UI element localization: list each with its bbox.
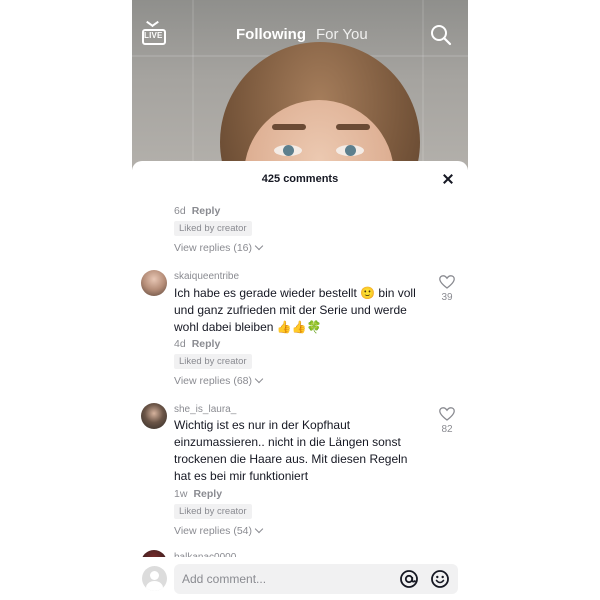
comment-text: Wichtig ist es nur in der Kopfhaut einzu… bbox=[174, 418, 408, 483]
comment-input-bar: Add comment... bbox=[132, 557, 468, 600]
chevron-down-icon bbox=[254, 524, 264, 534]
chevron-down-icon bbox=[254, 374, 264, 384]
comment-meta: 4d Reply bbox=[174, 338, 220, 350]
liked-by-creator-badge: Liked by creator bbox=[174, 221, 252, 236]
view-replies-button[interactable]: View replies (54) bbox=[174, 524, 264, 537]
video-eye-left bbox=[274, 145, 302, 156]
comment-input-placeholder: Add comment... bbox=[182, 572, 267, 586]
view-replies-label: View replies (68) bbox=[174, 375, 253, 387]
view-replies-button[interactable]: View replies (16) bbox=[174, 241, 264, 254]
user-avatar bbox=[142, 566, 167, 591]
live-label: LIVE bbox=[144, 31, 163, 40]
reply-button[interactable]: Reply bbox=[193, 488, 222, 500]
comment-username[interactable]: she_is_laura_ bbox=[174, 404, 236, 415]
comment-time: 6d bbox=[174, 205, 186, 217]
top-bar: LIVE Following For You bbox=[132, 0, 468, 70]
chevron-down-icon bbox=[254, 241, 264, 251]
reply-button[interactable]: Reply bbox=[192, 338, 221, 350]
comment-time: 1w bbox=[174, 488, 188, 500]
comment-meta: 6d Reply bbox=[174, 205, 220, 217]
liked-by-creator-badge: Liked by creator bbox=[174, 504, 252, 519]
comment-username[interactable]: skaiqueentribe bbox=[174, 271, 239, 282]
like-count: 39 bbox=[441, 292, 453, 303]
live-icon[interactable]: LIVE bbox=[142, 20, 166, 45]
tab-for-you[interactable]: For You bbox=[316, 26, 368, 43]
comment-time: 4d bbox=[174, 338, 186, 350]
comment-text: Ich habe es gerade wieder bestellt 🙂 bin… bbox=[174, 286, 416, 334]
avatar[interactable] bbox=[141, 270, 167, 296]
comments-count-title: 425 comments bbox=[261, 173, 339, 185]
heart-icon[interactable] bbox=[439, 275, 455, 289]
tab-following[interactable]: Following bbox=[236, 26, 306, 43]
avatar[interactable] bbox=[141, 403, 167, 429]
phone-screen: LIVE Following For You 425 comments 6d Re… bbox=[132, 0, 468, 600]
like-count: 82 bbox=[441, 424, 453, 435]
liked-by-creator-badge: Liked by creator bbox=[174, 354, 252, 369]
emoji-icon[interactable] bbox=[430, 569, 450, 589]
heart-icon[interactable] bbox=[439, 407, 455, 421]
close-icon[interactable] bbox=[440, 171, 456, 187]
video-eye-right bbox=[336, 145, 364, 156]
comment-input[interactable]: Add comment... bbox=[174, 564, 458, 594]
view-replies-button[interactable]: View replies (68) bbox=[174, 374, 264, 387]
comments-sheet: 425 comments 6d Reply Liked by creator Vi… bbox=[132, 161, 468, 600]
reply-button[interactable]: Reply bbox=[192, 205, 221, 217]
view-replies-label: View replies (54) bbox=[174, 525, 253, 537]
mention-icon[interactable] bbox=[399, 569, 419, 589]
comment-meta: 1w Reply bbox=[174, 488, 222, 500]
video-brow-right bbox=[336, 124, 370, 130]
video-brow-left bbox=[272, 124, 306, 130]
search-icon[interactable] bbox=[430, 24, 452, 46]
view-replies-label: View replies (16) bbox=[174, 242, 253, 254]
